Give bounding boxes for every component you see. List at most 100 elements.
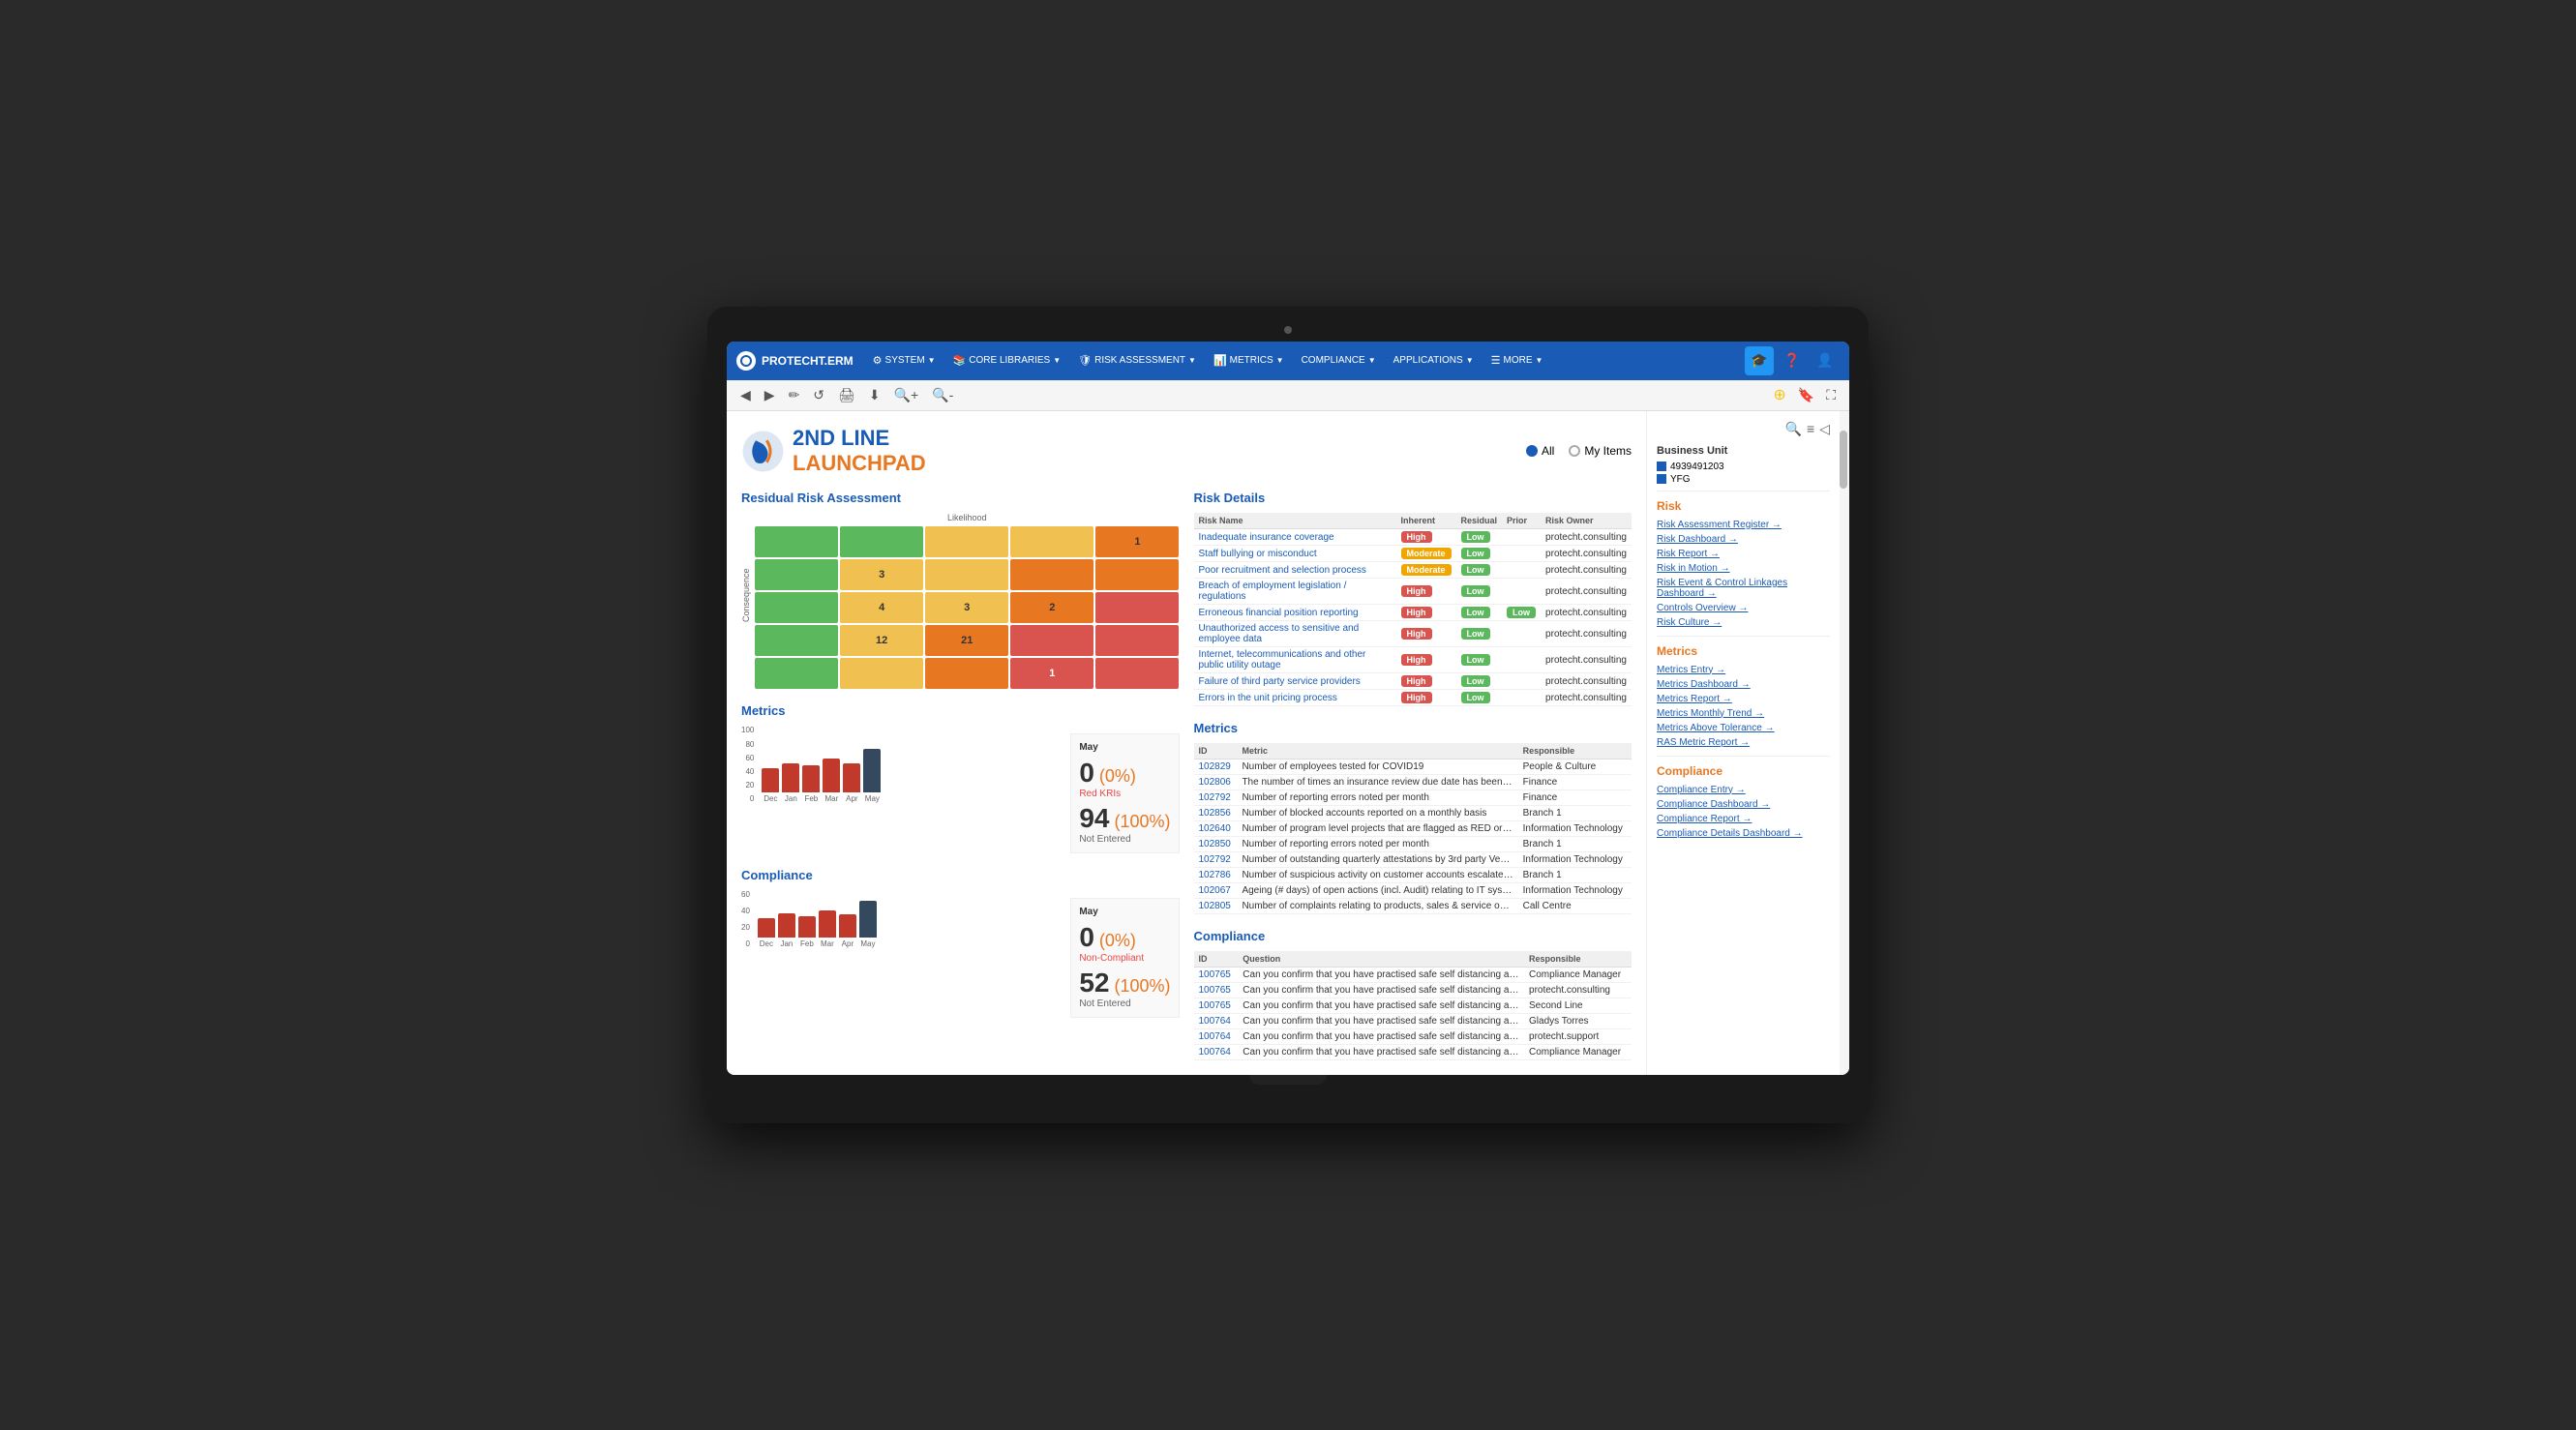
rp-link[interactable]: Metrics Above Tolerance → xyxy=(1657,721,1830,735)
compliance-id-link[interactable]: 100765 xyxy=(1199,1000,1231,1011)
print-button[interactable]: 🖨 xyxy=(834,385,859,405)
metric-id-link[interactable]: 102806 xyxy=(1199,777,1231,788)
bookmark-button[interactable]: 🔖 xyxy=(1794,383,1818,406)
matrix-cell-0-3 xyxy=(1010,526,1093,557)
risk-name-link[interactable]: Unauthorized access to sensitive and emp… xyxy=(1199,623,1360,644)
risk-name-link[interactable]: Poor recruitment and selection process xyxy=(1199,565,1366,576)
rp-link[interactable]: Compliance Details Dashboard → xyxy=(1657,826,1830,841)
rp-link[interactable]: Risk Event & Control Linkages Dashboard … xyxy=(1657,576,1830,601)
filter-my-items[interactable]: My Items xyxy=(1569,444,1632,458)
metric-id-link[interactable]: 102850 xyxy=(1199,839,1231,849)
owner-cell: protecht.consulting xyxy=(1541,562,1632,579)
compliance-ne-pct: (100%) xyxy=(1114,976,1170,997)
filter-all[interactable]: All xyxy=(1526,444,1554,458)
metric-id-link[interactable]: 102792 xyxy=(1199,792,1231,803)
rp-link[interactable]: RAS Metric Report → xyxy=(1657,735,1830,750)
rp-link[interactable]: Compliance Report → xyxy=(1657,812,1830,826)
list-item[interactable]: YFG xyxy=(1657,474,1830,485)
risk-arrow: ▼ xyxy=(1188,356,1196,365)
back-button[interactable]: ◀ xyxy=(736,385,755,405)
fullscreen-button[interactable]: ⛶ xyxy=(1822,383,1840,406)
list-item[interactable]: 4939491203 xyxy=(1657,462,1830,472)
graduation-icon[interactable]: 🎓 xyxy=(1745,346,1774,375)
inherent-badge: High xyxy=(1401,585,1432,597)
metric-id-link[interactable]: 102640 xyxy=(1199,823,1231,834)
risk-name-link[interactable]: Failure of third party service providers xyxy=(1199,676,1361,687)
rp-link[interactable]: Controls Overview → xyxy=(1657,601,1830,615)
left-column: Residual Risk Assessment Consequence Lik… xyxy=(741,491,1180,1060)
bu-checkbox[interactable] xyxy=(1657,474,1666,484)
metric-id-link[interactable]: 102856 xyxy=(1199,808,1231,819)
scroll-thumb[interactable] xyxy=(1840,431,1847,489)
compliance-id-link[interactable]: 100764 xyxy=(1199,1016,1231,1027)
rp-link[interactable]: Metrics Monthly Trend → xyxy=(1657,706,1830,721)
logo[interactable]: PROTECHT.ERM xyxy=(736,351,854,371)
risk-name-link[interactable]: Errors in the unit pricing process xyxy=(1199,693,1337,703)
risk-name-link[interactable]: Breach of employment legislation / regul… xyxy=(1199,581,1347,602)
matrix-cell-4-0 xyxy=(755,658,838,689)
risk-name-link[interactable]: Erroneous financial position reporting xyxy=(1199,608,1359,618)
risk-table-header-row: Risk Name Inherent Residual Prior Risk O… xyxy=(1194,513,1632,529)
rp-link[interactable]: Risk Culture → xyxy=(1657,615,1830,630)
chart-bar-group: Dec xyxy=(762,768,779,803)
nav-more[interactable]: ☰ MORE ▼ xyxy=(1483,342,1551,380)
metrics-red-pct: (0%) xyxy=(1099,766,1136,787)
filter-all-label: All xyxy=(1542,444,1554,458)
scrollbar[interactable] xyxy=(1840,411,1849,1076)
risk-name-link[interactable]: Inadequate insurance coverage xyxy=(1199,532,1334,543)
rp-link[interactable]: Metrics Report → xyxy=(1657,692,1830,706)
compliance-responsible-cell: Gladys Torres xyxy=(1524,1014,1632,1029)
edit-button[interactable]: ✏ xyxy=(785,385,804,405)
user-icon[interactable]: 👤 xyxy=(1811,346,1840,375)
zoom-out-button[interactable]: 🔍- xyxy=(928,385,957,405)
nav-compliance[interactable]: COMPLIANCE ▼ xyxy=(1294,342,1384,380)
filter-my-items-radio xyxy=(1569,445,1580,457)
bu-checkbox[interactable] xyxy=(1657,462,1666,471)
compliance-id-link[interactable]: 100765 xyxy=(1199,969,1231,980)
matrix-cell-1-0 xyxy=(755,559,838,590)
risk-name-link[interactable]: Staff bullying or misconduct xyxy=(1199,549,1317,559)
help-icon[interactable]: ❓ xyxy=(1778,346,1807,375)
residual-badge: Low xyxy=(1461,585,1490,597)
filter-icon[interactable]: ≡ xyxy=(1807,421,1814,437)
rp-link[interactable]: Risk Dashboard → xyxy=(1657,532,1830,547)
metric-id-link[interactable]: 102829 xyxy=(1199,761,1231,772)
compliance-id-link[interactable]: 100764 xyxy=(1199,1031,1231,1042)
nav-core-libraries[interactable]: 📚 CORE LIBRARIES ▼ xyxy=(945,342,1069,380)
nav-risk-assessment[interactable]: 🛡 RISK ASSESSMENT ▼ xyxy=(1070,342,1204,380)
nav-system[interactable]: ⚙ SYSTEM ▼ xyxy=(865,342,944,380)
table-row: 100764Can you confirm that you have prac… xyxy=(1194,1029,1632,1045)
bar-label: Dec xyxy=(760,939,773,948)
rp-link[interactable]: Compliance Entry → xyxy=(1657,783,1830,797)
y-axis-value: 80 xyxy=(741,740,754,749)
metric-id-link[interactable]: 102067 xyxy=(1199,885,1231,896)
metric-id-link[interactable]: 102792 xyxy=(1199,854,1231,865)
forward-button[interactable]: ▶ xyxy=(761,385,779,405)
collapse-icon[interactable]: ◁ xyxy=(1819,421,1830,437)
rp-link[interactable]: Metrics Dashboard → xyxy=(1657,677,1830,692)
prior-cell xyxy=(1502,673,1541,690)
residual-badge: Low xyxy=(1461,654,1490,666)
compliance-id-link[interactable]: 100765 xyxy=(1199,985,1231,996)
zoom-in-button[interactable]: 🔍+ xyxy=(890,385,923,405)
rp-link[interactable]: Compliance Dashboard → xyxy=(1657,797,1830,812)
panel-divider-2 xyxy=(1657,636,1830,637)
table-row: Unauthorized access to sensitive and emp… xyxy=(1194,621,1632,647)
download-button[interactable]: ⬇ xyxy=(865,385,884,405)
rp-link[interactable]: Metrics Entry → xyxy=(1657,663,1830,677)
rp-link[interactable]: Risk in Motion → xyxy=(1657,561,1830,576)
cursor-icon[interactable]: ⊕ xyxy=(1769,383,1789,406)
matrix-cell-1-2 xyxy=(925,559,1008,590)
compliance-id-link[interactable]: 100764 xyxy=(1199,1047,1231,1058)
nav-applications[interactable]: APPLICATIONS ▼ xyxy=(1386,342,1482,380)
refresh-button[interactable]: ↺ xyxy=(809,385,828,405)
matrix-cell-2-4 xyxy=(1095,592,1179,623)
rp-link[interactable]: Risk Assessment Register → xyxy=(1657,518,1830,532)
metrics-y-axis: 100806040200 xyxy=(741,726,758,803)
nav-metrics[interactable]: 📊 METRICS ▼ xyxy=(1206,342,1292,380)
risk-name-link[interactable]: Internet, telecommunications and other p… xyxy=(1199,649,1366,670)
search-icon[interactable]: 🔍 xyxy=(1785,421,1802,437)
metric-id-link[interactable]: 102805 xyxy=(1199,901,1231,911)
metric-id-link[interactable]: 102786 xyxy=(1199,870,1231,880)
rp-link[interactable]: Risk Report → xyxy=(1657,547,1830,561)
